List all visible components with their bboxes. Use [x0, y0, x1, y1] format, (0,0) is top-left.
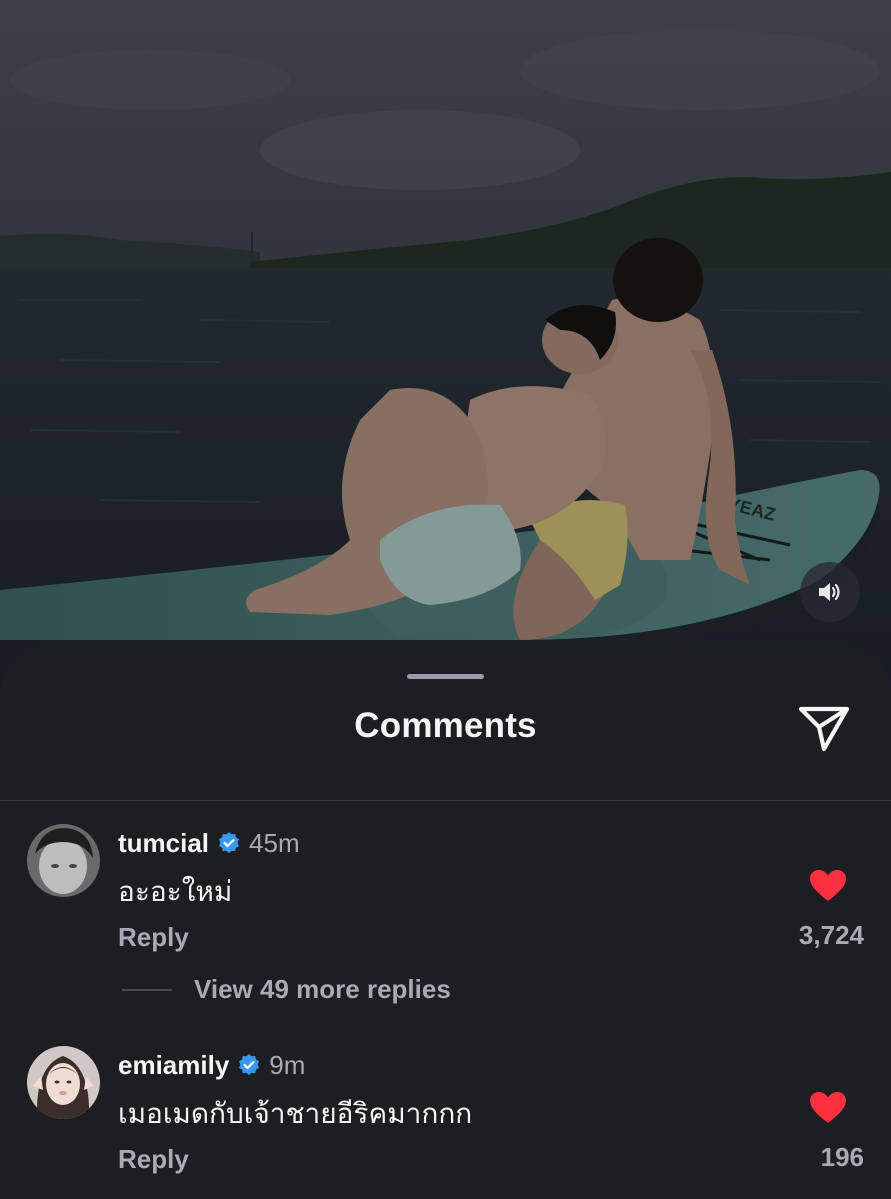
- comment-item: tumcial 45m อะอะใหม่ Reply 3,724: [0, 824, 891, 974]
- comment-item: emiamily 9m เมอเมดกับเจ้าชายอีริคมากกก R…: [0, 1046, 891, 1196]
- heart-filled-icon: [810, 1092, 846, 1123]
- reply-button[interactable]: Reply: [118, 922, 189, 953]
- verified-badge-icon: [219, 832, 240, 854]
- avatar[interactable]: [27, 1046, 100, 1119]
- verified-badge-icon: [239, 1054, 260, 1076]
- speaker-icon: [819, 583, 840, 601]
- heart-filled-icon: [810, 870, 846, 901]
- comment-text: อะอะใหม่: [118, 875, 233, 908]
- post-photo[interactable]: @YEAZ: [0, 0, 891, 700]
- comment-header: emiamily 9m: [118, 1048, 305, 1082]
- sheet-title: Comments: [354, 706, 537, 745]
- like-count: 3,724: [798, 920, 864, 950]
- reply-button[interactable]: Reply: [118, 1144, 189, 1175]
- view-more-replies-button[interactable]: View 49 more replies: [122, 974, 451, 1005]
- username[interactable]: emiamily: [118, 1050, 229, 1081]
- sound-toggle-button[interactable]: [800, 562, 860, 622]
- replies-divider-line: [122, 988, 172, 991]
- comment-text: เมอเมดกับเจ้าชายอีริคมากกก: [118, 1097, 473, 1130]
- like-button[interactable]: [806, 866, 850, 906]
- send-icon: [798, 706, 850, 752]
- share-button[interactable]: [790, 698, 858, 758]
- avatar-image: [27, 824, 100, 897]
- comments-sheet: Comments tumcial 45m อะอะใหม่ Reply 3,72…: [0, 642, 891, 1199]
- avatar-image: [27, 1046, 100, 1119]
- comment-time: 45m: [249, 827, 300, 858]
- post-image: @YEAZ: [0, 0, 891, 700]
- sheet-grabber-handle[interactable]: [407, 674, 484, 679]
- header-divider: [0, 800, 891, 801]
- like-button[interactable]: [806, 1088, 850, 1128]
- view-replies-label: View 49 more replies: [194, 974, 451, 1004]
- like-count: 196: [820, 1142, 864, 1172]
- username[interactable]: tumcial: [118, 828, 209, 859]
- avatar[interactable]: [27, 824, 100, 897]
- comment-time: 9m: [269, 1049, 306, 1080]
- comment-header: tumcial 45m: [118, 826, 300, 860]
- screen: @YEAZ Comments tumcial 45m อะอะใหม่ Repl…: [0, 0, 891, 1199]
